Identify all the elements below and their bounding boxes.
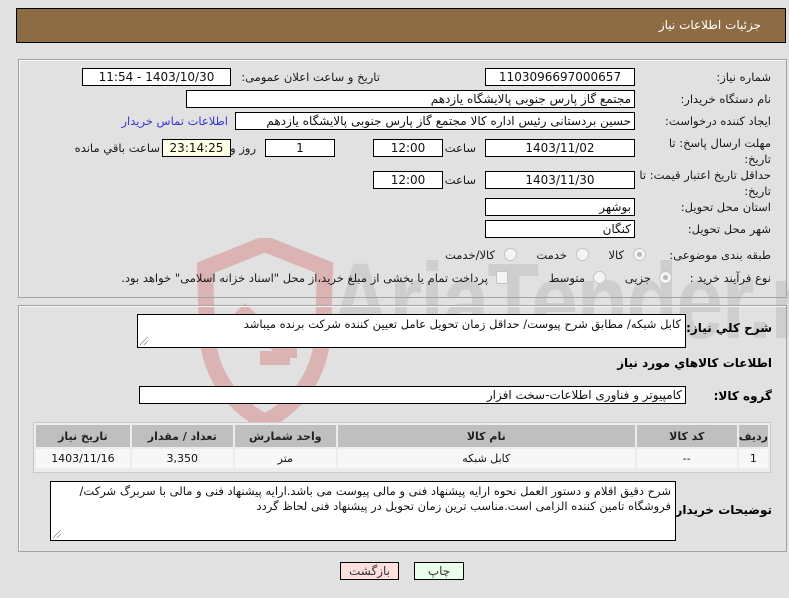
need-number-label: شماره نیاز:	[716, 70, 771, 84]
process-radio-medium[interactable]	[593, 271, 606, 284]
treasury-checkbox-label: پرداخت تمام یا بخشی از مبلغ خرید،از محل …	[121, 271, 488, 285]
items-table-header-row: ردیف کد کالا نام کالا واحد شمارش تعداد /…	[36, 425, 768, 447]
buyer-org-field[interactable]: مجتمع گاز پارس جنوبی پالایشگاه یازدهم	[186, 90, 635, 108]
city-field[interactable]: کنگان	[485, 220, 635, 238]
cell-unit: متر	[234, 449, 336, 468]
remaining-time-label: ساعت باقي مانده	[74, 141, 160, 155]
announce-datetime-label: تاریخ و ساعت اعلان عمومی:	[241, 70, 380, 84]
col-header-quantity: تعداد / مقدار	[131, 425, 233, 447]
category-radio-service[interactable]	[576, 248, 589, 261]
category-option-service: خدمت	[536, 248, 567, 262]
price-validity-label-line2: تاریخ:	[744, 184, 771, 198]
price-validity-time-label: ساعت	[444, 173, 476, 187]
resize-grip-icon[interactable]	[53, 530, 61, 538]
cell-row: 1	[738, 449, 768, 468]
response-deadline-label-line2: تاریخ:	[744, 152, 771, 166]
response-deadline-time-field[interactable]: 12:00	[373, 139, 443, 157]
items-heading: اطلاعات کالاهاي مورد نياز	[617, 356, 772, 370]
col-header-unit: واحد شمارش	[234, 425, 336, 447]
buyer-notes-textarea[interactable]: شرح دقیق اقلام و دستور العمل نحوه ارایه …	[50, 481, 676, 541]
requester-field[interactable]: حسین بردستانی رئیس اداره کالا مجتمع گاز …	[235, 112, 635, 130]
description-textarea[interactable]: کابل شبکه/ مطابق شرح پیوست/ حداقل زمان ت…	[137, 314, 686, 348]
cell-code: --	[636, 449, 737, 468]
remaining-time-field[interactable]: 23:14:25	[162, 139, 231, 157]
table-row: 1 -- کابل شبکه متر 3,350 1403/11/16	[36, 449, 768, 468]
page-header: جزئیات اطلاعات نیاز	[16, 8, 786, 43]
page-title: جزئیات اطلاعات نیاز	[658, 18, 761, 32]
process-radio-minor[interactable]	[659, 271, 672, 284]
cell-need-date: 1403/11/16	[36, 449, 130, 468]
price-validity-time-field[interactable]: 12:00	[373, 171, 443, 189]
province-field[interactable]: بوشهر	[485, 198, 635, 216]
city-label: شهر محل تحویل:	[687, 222, 771, 236]
buyer-contact-link[interactable]: اطلاعات تماس خریدار	[121, 114, 228, 128]
category-label: طبقه بندی موضوعی:	[669, 248, 771, 262]
resize-grip-icon[interactable]	[140, 337, 148, 345]
buyer-notes-label: توضیحات خریدار:	[670, 503, 772, 517]
response-deadline-time-label: ساعت	[444, 141, 476, 155]
process-option-medium: متوسط	[548, 271, 585, 285]
description-text: کابل شبکه/ مطابق شرح پیوست/ حداقل زمان ت…	[243, 317, 681, 331]
cell-quantity: 3,350	[131, 449, 233, 468]
need-number-field[interactable]: 1103096697000657	[485, 68, 635, 86]
buyer-org-label: نام دستگاه خریدار:	[680, 92, 771, 106]
col-header-code: کد کالا	[636, 425, 737, 447]
response-deadline-date-field[interactable]: 1403/11/02	[485, 139, 635, 157]
price-validity-date-field[interactable]: 1403/11/30	[485, 171, 635, 189]
print-button[interactable]: چاپ	[414, 562, 464, 580]
description-label: شرح کلي نياز:	[686, 321, 772, 335]
items-table-container: ردیف کد کالا نام کالا واحد شمارش تعداد /…	[33, 422, 771, 473]
process-type-label: نوع فرآیند خرید :	[689, 271, 771, 285]
price-validity-label: حداقل تاریخ اعتبار قیمت: تا	[639, 168, 771, 182]
requester-label: ایجاد کننده درخواست:	[665, 114, 771, 128]
remaining-days-field[interactable]: 1	[265, 139, 335, 157]
province-label: استان محل تحویل:	[680, 200, 771, 214]
back-button[interactable]: بازگشت	[340, 562, 399, 580]
items-table: ردیف کد کالا نام کالا واحد شمارش تعداد /…	[34, 423, 770, 470]
category-option-goods: کالا	[608, 248, 624, 262]
response-deadline-label: مهلت ارسال پاسخ: تا	[668, 136, 771, 150]
process-option-minor: جزیی	[624, 271, 651, 285]
treasury-checkbox[interactable]	[496, 271, 508, 284]
col-header-row: ردیف	[738, 425, 768, 447]
cell-name: کابل شبکه	[337, 449, 635, 468]
product-group-label: گروه کالا:	[713, 389, 772, 403]
category-radio-goods-service[interactable]	[504, 248, 517, 261]
col-header-need-date: تاریخ نیاز	[36, 425, 130, 447]
days-label: روز و	[230, 141, 256, 155]
col-header-name: نام کالا	[337, 425, 635, 447]
buyer-notes-text: شرح دقیق اقلام و دستور العمل نحوه ارایه …	[79, 484, 671, 513]
product-group-field[interactable]: کامپیوتر و فناوری اطلاعات-سخت افزار	[139, 386, 686, 404]
category-radio-goods[interactable]	[633, 248, 646, 261]
announce-datetime-field[interactable]: 1403/10/30 - 11:54	[82, 68, 231, 86]
category-option-goods-service: کالا/خدمت	[444, 248, 495, 262]
